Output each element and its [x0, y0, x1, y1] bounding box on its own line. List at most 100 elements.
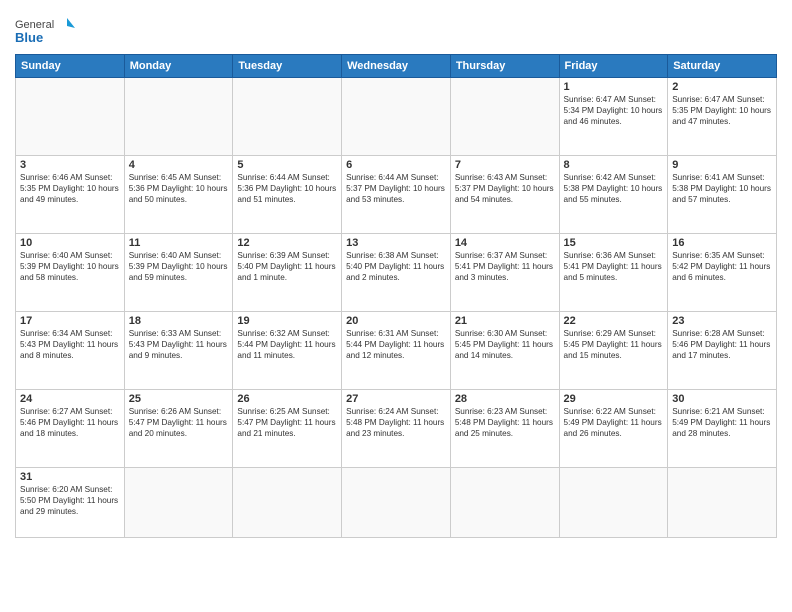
header-sunday: Sunday — [16, 55, 125, 78]
calendar-cell: 12Sunrise: 6:39 AM Sunset: 5:40 PM Dayli… — [233, 234, 342, 312]
header-wednesday: Wednesday — [342, 55, 451, 78]
day-info: Sunrise: 6:28 AM Sunset: 5:46 PM Dayligh… — [672, 328, 772, 361]
day-number: 10 — [20, 237, 120, 249]
calendar-cell — [342, 78, 451, 156]
day-info: Sunrise: 6:20 AM Sunset: 5:50 PM Dayligh… — [20, 484, 120, 517]
calendar-header-row: SundayMondayTuesdayWednesdayThursdayFrid… — [16, 55, 777, 78]
day-info: Sunrise: 6:34 AM Sunset: 5:43 PM Dayligh… — [20, 328, 120, 361]
calendar-cell: 11Sunrise: 6:40 AM Sunset: 5:39 PM Dayli… — [124, 234, 233, 312]
day-number: 3 — [20, 159, 120, 171]
day-number: 23 — [672, 315, 772, 327]
day-number: 30 — [672, 393, 772, 405]
calendar-cell — [450, 468, 559, 538]
day-number: 19 — [237, 315, 337, 327]
day-number: 13 — [346, 237, 446, 249]
day-info: Sunrise: 6:47 AM Sunset: 5:35 PM Dayligh… — [672, 94, 772, 127]
day-info: Sunrise: 6:41 AM Sunset: 5:38 PM Dayligh… — [672, 172, 772, 205]
calendar-cell: 16Sunrise: 6:35 AM Sunset: 5:42 PM Dayli… — [668, 234, 777, 312]
calendar-cell: 24Sunrise: 6:27 AM Sunset: 5:46 PM Dayli… — [16, 390, 125, 468]
calendar-cell: 14Sunrise: 6:37 AM Sunset: 5:41 PM Dayli… — [450, 234, 559, 312]
day-info: Sunrise: 6:44 AM Sunset: 5:37 PM Dayligh… — [346, 172, 446, 205]
day-number: 14 — [455, 237, 555, 249]
calendar-cell: 27Sunrise: 6:24 AM Sunset: 5:48 PM Dayli… — [342, 390, 451, 468]
day-number: 6 — [346, 159, 446, 171]
day-number: 12 — [237, 237, 337, 249]
day-number: 11 — [129, 237, 229, 249]
day-info: Sunrise: 6:23 AM Sunset: 5:48 PM Dayligh… — [455, 406, 555, 439]
day-info: Sunrise: 6:40 AM Sunset: 5:39 PM Dayligh… — [20, 250, 120, 283]
day-number: 22 — [564, 315, 664, 327]
day-number: 24 — [20, 393, 120, 405]
day-number: 21 — [455, 315, 555, 327]
day-info: Sunrise: 6:32 AM Sunset: 5:44 PM Dayligh… — [237, 328, 337, 361]
day-info: Sunrise: 6:35 AM Sunset: 5:42 PM Dayligh… — [672, 250, 772, 283]
calendar-cell: 28Sunrise: 6:23 AM Sunset: 5:48 PM Dayli… — [450, 390, 559, 468]
calendar-cell: 15Sunrise: 6:36 AM Sunset: 5:41 PM Dayli… — [559, 234, 668, 312]
day-number: 18 — [129, 315, 229, 327]
header-thursday: Thursday — [450, 55, 559, 78]
calendar-cell: 6Sunrise: 6:44 AM Sunset: 5:37 PM Daylig… — [342, 156, 451, 234]
day-number: 7 — [455, 159, 555, 171]
calendar-cell: 25Sunrise: 6:26 AM Sunset: 5:47 PM Dayli… — [124, 390, 233, 468]
calendar-cell: 19Sunrise: 6:32 AM Sunset: 5:44 PM Dayli… — [233, 312, 342, 390]
calendar-cell: 21Sunrise: 6:30 AM Sunset: 5:45 PM Dayli… — [450, 312, 559, 390]
calendar-cell: 31Sunrise: 6:20 AM Sunset: 5:50 PM Dayli… — [16, 468, 125, 538]
day-info: Sunrise: 6:24 AM Sunset: 5:48 PM Dayligh… — [346, 406, 446, 439]
day-number: 16 — [672, 237, 772, 249]
svg-text:Blue: Blue — [15, 30, 43, 45]
day-info: Sunrise: 6:33 AM Sunset: 5:43 PM Dayligh… — [129, 328, 229, 361]
day-info: Sunrise: 6:45 AM Sunset: 5:36 PM Dayligh… — [129, 172, 229, 205]
day-info: Sunrise: 6:43 AM Sunset: 5:37 PM Dayligh… — [455, 172, 555, 205]
day-number: 20 — [346, 315, 446, 327]
calendar-cell: 8Sunrise: 6:42 AM Sunset: 5:38 PM Daylig… — [559, 156, 668, 234]
calendar-cell: 9Sunrise: 6:41 AM Sunset: 5:38 PM Daylig… — [668, 156, 777, 234]
calendar-cell — [559, 468, 668, 538]
calendar-cell: 30Sunrise: 6:21 AM Sunset: 5:49 PM Dayli… — [668, 390, 777, 468]
day-info: Sunrise: 6:39 AM Sunset: 5:40 PM Dayligh… — [237, 250, 337, 283]
calendar-cell: 17Sunrise: 6:34 AM Sunset: 5:43 PM Dayli… — [16, 312, 125, 390]
day-number: 17 — [20, 315, 120, 327]
day-info: Sunrise: 6:30 AM Sunset: 5:45 PM Dayligh… — [455, 328, 555, 361]
calendar-cell: 10Sunrise: 6:40 AM Sunset: 5:39 PM Dayli… — [16, 234, 125, 312]
day-number: 5 — [237, 159, 337, 171]
calendar-cell — [450, 78, 559, 156]
calendar-cell — [233, 78, 342, 156]
header-monday: Monday — [124, 55, 233, 78]
day-info: Sunrise: 6:46 AM Sunset: 5:35 PM Dayligh… — [20, 172, 120, 205]
calendar-cell: 4Sunrise: 6:45 AM Sunset: 5:36 PM Daylig… — [124, 156, 233, 234]
calendar-cell: 18Sunrise: 6:33 AM Sunset: 5:43 PM Dayli… — [124, 312, 233, 390]
day-number: 15 — [564, 237, 664, 249]
day-number: 28 — [455, 393, 555, 405]
day-info: Sunrise: 6:38 AM Sunset: 5:40 PM Dayligh… — [346, 250, 446, 283]
day-info: Sunrise: 6:36 AM Sunset: 5:41 PM Dayligh… — [564, 250, 664, 283]
day-info: Sunrise: 6:37 AM Sunset: 5:41 PM Dayligh… — [455, 250, 555, 283]
calendar-cell: 22Sunrise: 6:29 AM Sunset: 5:45 PM Dayli… — [559, 312, 668, 390]
calendar-cell: 3Sunrise: 6:46 AM Sunset: 5:35 PM Daylig… — [16, 156, 125, 234]
day-number: 2 — [672, 81, 772, 93]
calendar-cell: 7Sunrise: 6:43 AM Sunset: 5:37 PM Daylig… — [450, 156, 559, 234]
header: General Blue — [15, 10, 777, 50]
calendar-table: SundayMondayTuesdayWednesdayThursdayFrid… — [15, 54, 777, 538]
day-number: 27 — [346, 393, 446, 405]
day-info: Sunrise: 6:29 AM Sunset: 5:45 PM Dayligh… — [564, 328, 664, 361]
day-info: Sunrise: 6:22 AM Sunset: 5:49 PM Dayligh… — [564, 406, 664, 439]
header-saturday: Saturday — [668, 55, 777, 78]
logo-svg: General Blue — [15, 14, 75, 50]
day-info: Sunrise: 6:47 AM Sunset: 5:34 PM Dayligh… — [564, 94, 664, 127]
calendar-cell — [233, 468, 342, 538]
day-info: Sunrise: 6:25 AM Sunset: 5:47 PM Dayligh… — [237, 406, 337, 439]
day-number: 25 — [129, 393, 229, 405]
day-number: 26 — [237, 393, 337, 405]
logo: General Blue — [15, 14, 75, 50]
calendar-cell: 20Sunrise: 6:31 AM Sunset: 5:44 PM Dayli… — [342, 312, 451, 390]
calendar-cell — [16, 78, 125, 156]
calendar-cell: 26Sunrise: 6:25 AM Sunset: 5:47 PM Dayli… — [233, 390, 342, 468]
day-number: 8 — [564, 159, 664, 171]
page: General Blue SundayMondayTuesdayWednesda… — [0, 0, 792, 612]
day-number: 31 — [20, 471, 120, 483]
day-number: 1 — [564, 81, 664, 93]
day-info: Sunrise: 6:42 AM Sunset: 5:38 PM Dayligh… — [564, 172, 664, 205]
day-info: Sunrise: 6:27 AM Sunset: 5:46 PM Dayligh… — [20, 406, 120, 439]
day-info: Sunrise: 6:26 AM Sunset: 5:47 PM Dayligh… — [129, 406, 229, 439]
header-friday: Friday — [559, 55, 668, 78]
